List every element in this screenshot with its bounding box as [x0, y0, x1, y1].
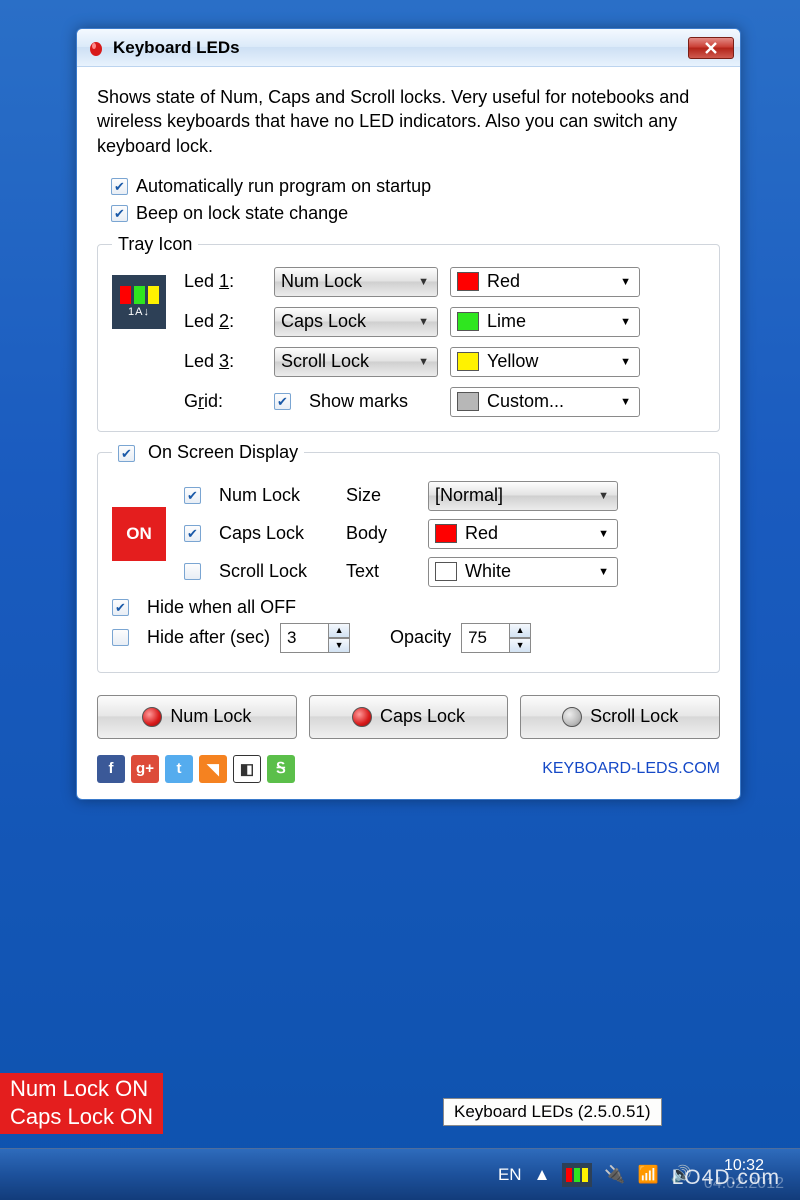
beep-checkbox[interactable]: [111, 205, 128, 222]
close-button[interactable]: [688, 37, 734, 59]
chevron-down-icon: ▼: [598, 528, 609, 540]
led1-color-select[interactable]: Red▼: [450, 267, 640, 297]
autorun-checkbox[interactable]: [111, 178, 128, 195]
size-select[interactable]: [Normal]▼: [428, 481, 618, 511]
spinner-up[interactable]: ▲: [509, 623, 531, 638]
spinner-down[interactable]: ▼: [509, 638, 531, 653]
showmarks-label: Show marks: [309, 391, 408, 412]
text-color-select[interactable]: White▼: [428, 557, 618, 587]
chevron-down-icon: ▼: [598, 490, 609, 502]
size-label: Size: [346, 485, 416, 506]
showmarks-checkbox[interactable]: [274, 393, 291, 410]
app-icon: [87, 39, 105, 57]
osd-preview-icon: ON: [112, 507, 166, 561]
rss-icon[interactable]: ◥: [199, 755, 227, 783]
hideafter-input[interactable]: [280, 623, 328, 653]
osd-legend: On Screen Display: [148, 442, 298, 462]
body-color-select[interactable]: Red▼: [428, 519, 618, 549]
window-title: Keyboard LEDs: [113, 38, 688, 58]
hideafter-label: Hide after (sec): [147, 627, 270, 648]
tray-preview-icon: 1A↓: [112, 275, 166, 329]
capslock-button[interactable]: Caps Lock: [309, 695, 509, 739]
led1-select[interactable]: Num Lock▼: [274, 267, 438, 297]
chevron-down-icon: ▼: [620, 276, 631, 288]
chevron-down-icon: ▼: [418, 276, 429, 288]
chevron-down-icon: ▼: [418, 316, 429, 328]
chevron-down-icon: ▼: [418, 356, 429, 368]
osd-overlay: Num Lock ON Caps Lock ON: [0, 1073, 163, 1134]
window-body: Shows state of Num, Caps and Scroll lock…: [77, 67, 740, 799]
numlock-button[interactable]: Num Lock: [97, 695, 297, 739]
opacity-spinner[interactable]: ▲▼: [461, 623, 531, 653]
autorun-label: Automatically run program on startup: [136, 176, 431, 197]
facebook-icon[interactable]: f: [97, 755, 125, 783]
gplus-icon[interactable]: g+: [131, 755, 159, 783]
opacity-label: Opacity: [390, 627, 451, 648]
chevron-down-icon: ▼: [620, 316, 631, 328]
hideafter-spinner[interactable]: ▲▼: [280, 623, 350, 653]
body-label: Body: [346, 523, 416, 544]
text-label: Text: [346, 561, 416, 582]
osd-enable-checkbox[interactable]: [118, 445, 135, 462]
opacity-input[interactable]: [461, 623, 509, 653]
power-icon[interactable]: 🔌: [604, 1165, 625, 1185]
tray-app-icon[interactable]: [562, 1163, 592, 1187]
description-text: Shows state of Num, Caps and Scroll lock…: [97, 85, 720, 158]
tray-legend: Tray Icon: [112, 234, 198, 255]
osd-group: On Screen Display ON Num Lock Size [Norm…: [97, 442, 720, 673]
chevron-down-icon: ▼: [620, 396, 631, 408]
chevron-down-icon: ▼: [598, 566, 609, 578]
network-icon[interactable]: 📶: [638, 1165, 659, 1185]
scrolllock-button[interactable]: Scroll Lock: [520, 695, 720, 739]
hideall-label: Hide when all OFF: [147, 597, 296, 618]
stumble-icon[interactable]: Ꭶ: [267, 755, 295, 783]
led2-label: Led 2:: [184, 311, 262, 332]
led3-color-select[interactable]: Yellow▼: [450, 347, 640, 377]
led-icon: [352, 707, 372, 727]
delicious-icon[interactable]: ◧: [233, 755, 261, 783]
led1-label: Led 1:: [184, 271, 262, 292]
hideafter-checkbox[interactable]: [112, 629, 129, 646]
watermark-text: LO4D.com: [672, 1166, 780, 1190]
chevron-down-icon: ▼: [620, 356, 631, 368]
tray-tooltip: Keyboard LEDs (2.5.0.51): [443, 1098, 662, 1126]
settings-window: Keyboard LEDs Shows state of Num, Caps a…: [76, 28, 741, 800]
grid-color-select[interactable]: Custom...▼: [450, 387, 640, 417]
hideall-checkbox[interactable]: [112, 599, 129, 616]
social-icons: f g+ t ◥ ◧ Ꭶ: [97, 755, 295, 783]
spinner-up[interactable]: ▲: [328, 623, 350, 638]
tray-icon-group: Tray Icon 1A↓ Led 1: Num Lock▼ Red▼ Led …: [97, 234, 720, 432]
osd-num-checkbox[interactable]: [184, 487, 201, 504]
led2-select[interactable]: Caps Lock▼: [274, 307, 438, 337]
osd-caps-checkbox[interactable]: [184, 525, 201, 542]
tray-chevron-icon[interactable]: ▲: [534, 1165, 551, 1185]
titlebar[interactable]: Keyboard LEDs: [77, 29, 740, 67]
osd-scroll-checkbox[interactable]: [184, 563, 201, 580]
website-link[interactable]: KEYBOARD-LEDS.COM: [542, 760, 720, 778]
twitter-icon[interactable]: t: [165, 755, 193, 783]
led-icon: [142, 707, 162, 727]
led2-color-select[interactable]: Lime▼: [450, 307, 640, 337]
led-icon: [562, 707, 582, 727]
grid-label: Grid:: [184, 391, 262, 412]
lang-indicator[interactable]: EN: [498, 1165, 522, 1185]
led3-select[interactable]: Scroll Lock▼: [274, 347, 438, 377]
spinner-down[interactable]: ▼: [328, 638, 350, 653]
led3-label: Led 3:: [184, 351, 262, 372]
beep-label: Beep on lock state change: [136, 203, 348, 224]
